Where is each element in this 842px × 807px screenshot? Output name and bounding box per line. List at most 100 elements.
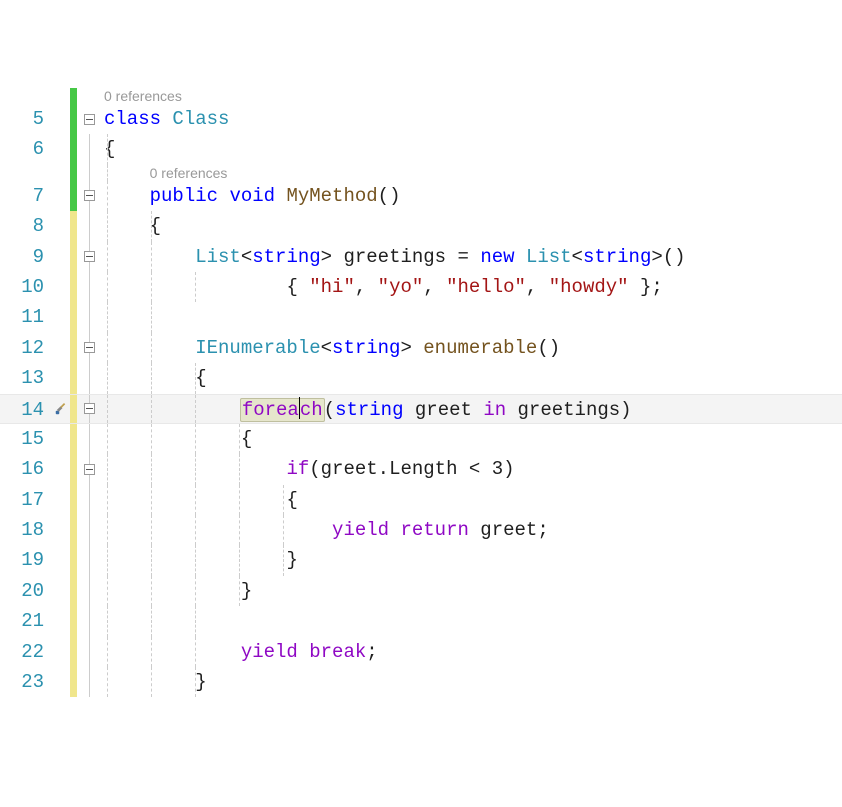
code-content[interactable]: { "hi", "yo", "hello", "howdy" }; <box>101 272 842 302</box>
diff-bar <box>70 637 77 667</box>
code-line[interactable]: 6 { <box>0 134 842 164</box>
code-editor[interactable]: 0 references 5 class Class 6 { 0 referen… <box>0 88 842 697</box>
line-number: 22 <box>0 637 52 667</box>
keyword-yield: yield <box>241 641 298 663</box>
identifier: greet <box>415 399 472 421</box>
code-line-current[interactable]: 14 foreach(string greet in greetings) <box>0 394 842 424</box>
string-literal: "hello" <box>446 276 526 298</box>
code-content[interactable]: yield break; <box>101 637 842 667</box>
code-content[interactable]: } <box>101 667 842 697</box>
code-content[interactable]: } <box>101 576 842 606</box>
code-content[interactable]: { <box>101 485 842 515</box>
code-content[interactable] <box>101 606 842 636</box>
diff-bar <box>70 242 77 272</box>
fold-column[interactable] <box>77 242 101 272</box>
line-number: 15 <box>0 424 52 454</box>
diff-bar <box>70 545 77 575</box>
code-content[interactable]: if(greet.Length < 3) <box>101 454 842 484</box>
keyword-new: new <box>480 246 514 268</box>
code-line[interactable]: 15 { <box>0 424 842 454</box>
brace: { <box>241 428 252 450</box>
string-literal: "howdy" <box>549 276 629 298</box>
fold-column[interactable] <box>77 333 101 363</box>
method-name: MyMethod <box>286 185 377 207</box>
identifier: greet <box>480 519 537 541</box>
fold-column[interactable] <box>77 104 101 134</box>
code-content[interactable]: } <box>101 545 842 575</box>
fold-column <box>77 424 101 454</box>
diff-bar <box>70 134 77 164</box>
fold-minus-icon[interactable] <box>84 190 95 201</box>
code-content[interactable]: { <box>101 211 842 241</box>
code-line[interactable]: 21 <box>0 606 842 636</box>
fold-column[interactable] <box>77 181 101 211</box>
codelens-references[interactable]: 0 references <box>150 165 228 181</box>
code-line[interactable]: 8 { <box>0 211 842 241</box>
code-content[interactable]: List<string> greetings = new List<string… <box>101 242 842 272</box>
code-content[interactable]: class Class <box>101 104 842 134</box>
fold-column[interactable] <box>77 454 101 484</box>
code-content[interactable]: public void MyMethod() <box>101 181 842 211</box>
code-content[interactable]: foreach(string greet in greetings) <box>101 395 842 423</box>
fold-minus-icon[interactable] <box>84 342 95 353</box>
keyword-void: void <box>229 185 275 207</box>
code-line[interactable]: 13 { <box>0 363 842 393</box>
code-content[interactable]: { <box>101 363 842 393</box>
gutter-icon-slot[interactable] <box>52 395 70 423</box>
code-content[interactable] <box>101 302 842 332</box>
line-number: 8 <box>0 211 52 241</box>
identifier: greetings <box>518 399 621 421</box>
code-line[interactable]: 7 public void MyMethod() <box>0 181 842 211</box>
fold-column <box>77 363 101 393</box>
brace: } <box>286 549 297 571</box>
codelens-references[interactable]: 0 references <box>104 88 182 104</box>
diff-bar <box>70 165 77 181</box>
diff-bar <box>70 606 77 636</box>
type-name: Class <box>172 108 229 130</box>
keyword-class: class <box>104 108 161 130</box>
code-line[interactable]: 5 class Class <box>0 104 842 134</box>
fold-minus-icon[interactable] <box>84 114 95 125</box>
method-name: enumerable <box>423 337 537 359</box>
code-line[interactable]: 9 List<string> greetings = new List<stri… <box>0 242 842 272</box>
code-content[interactable]: yield return greet; <box>101 515 842 545</box>
fold-minus-icon[interactable] <box>84 464 95 475</box>
brace: } <box>195 671 206 693</box>
diff-bar <box>70 104 77 134</box>
code-line[interactable]: 12 IEnumerable<string> enumerable() <box>0 333 842 363</box>
fold-column[interactable] <box>77 395 101 423</box>
line-number: 16 <box>0 454 52 484</box>
code-line[interactable]: 20 } <box>0 576 842 606</box>
code-line[interactable]: 18 yield return greet; <box>0 515 842 545</box>
gutter-icon-slot <box>52 637 70 667</box>
code-content[interactable]: { <box>101 424 842 454</box>
fold-column <box>77 88 101 104</box>
keyword-public: public <box>150 185 218 207</box>
code-line[interactable]: 11 <box>0 302 842 332</box>
code-line[interactable]: 19 } <box>0 545 842 575</box>
diff-bar <box>70 302 77 332</box>
fold-column <box>77 515 101 545</box>
fold-column <box>77 485 101 515</box>
code-content: 0 references <box>101 165 842 181</box>
fold-column <box>77 576 101 606</box>
code-line[interactable]: 16 if(greet.Length < 3) <box>0 454 842 484</box>
code-line[interactable]: 22 yield break; <box>0 637 842 667</box>
code-line[interactable]: 10 { "hi", "yo", "hello", "howdy" }; <box>0 272 842 302</box>
fold-column <box>77 165 101 181</box>
parens: () <box>378 185 401 207</box>
quick-actions-icon[interactable] <box>54 402 68 416</box>
diff-bar <box>70 424 77 454</box>
fold-column <box>77 667 101 697</box>
code-line[interactable]: 23 } <box>0 667 842 697</box>
diff-bar <box>70 485 77 515</box>
fold-minus-icon[interactable] <box>84 251 95 262</box>
keyword-return: return <box>400 519 468 541</box>
fold-minus-icon[interactable] <box>84 403 95 414</box>
code-line[interactable]: 17 { <box>0 485 842 515</box>
code-content[interactable]: { <box>101 134 842 164</box>
code-content[interactable]: IEnumerable<string> enumerable() <box>101 333 842 363</box>
string-literal: "yo" <box>378 276 424 298</box>
gutter-icon-slot <box>52 515 70 545</box>
gutter-icon-slot <box>52 576 70 606</box>
